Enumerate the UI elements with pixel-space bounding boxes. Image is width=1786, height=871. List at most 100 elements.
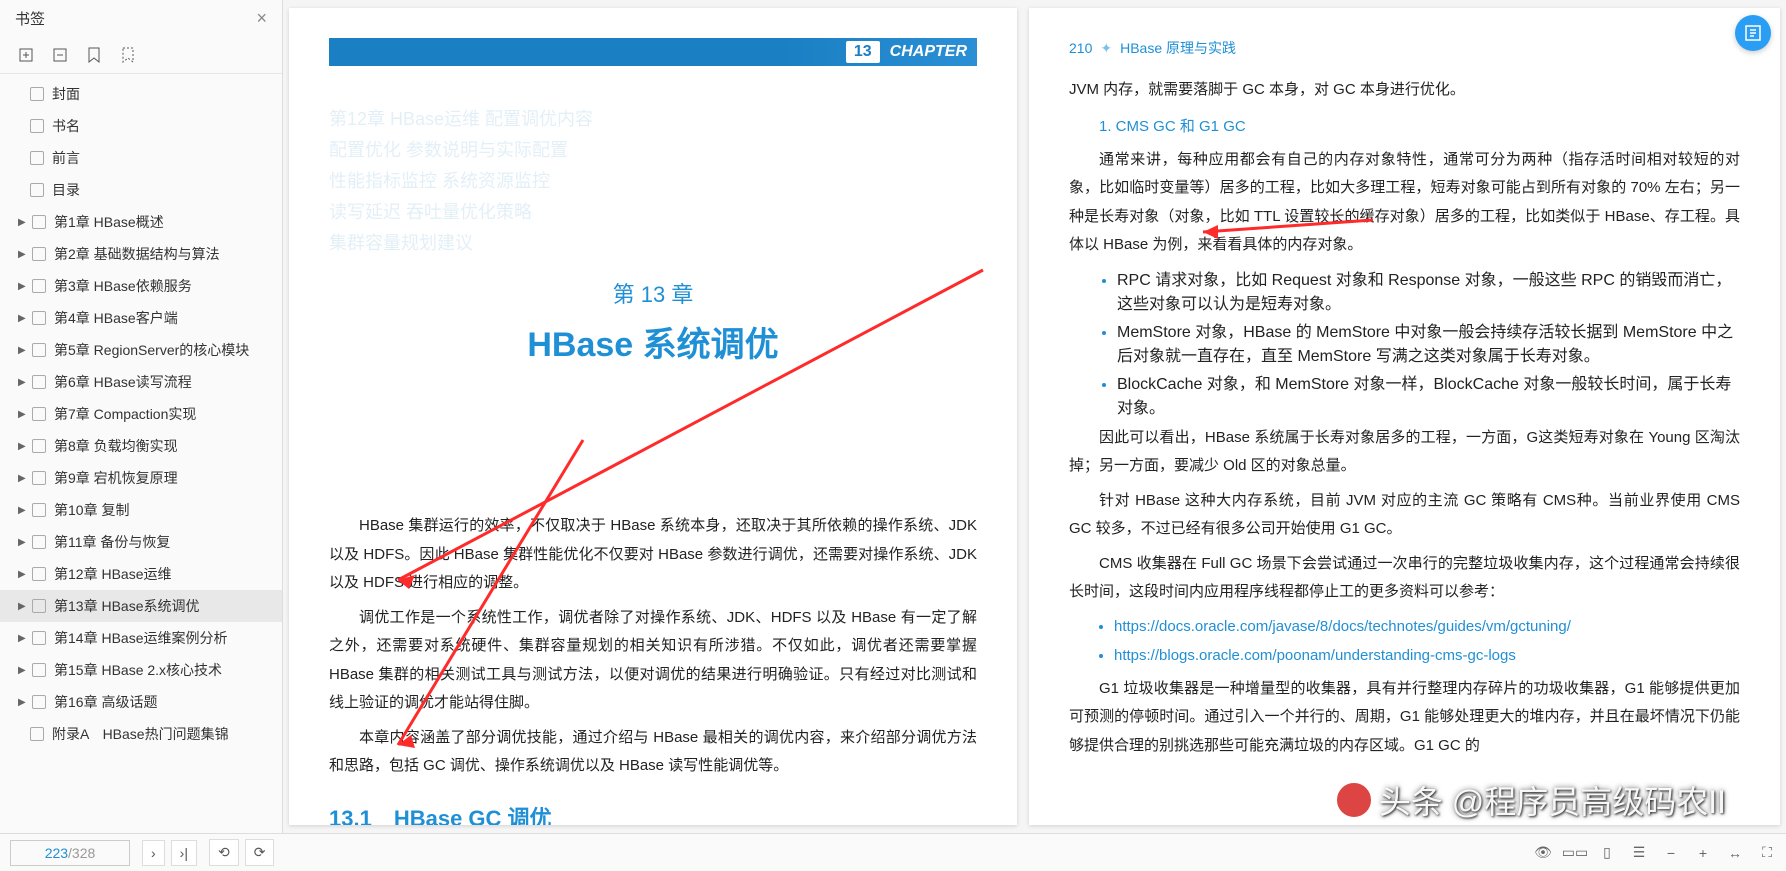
sidebar-item-label: 第1章 HBase概述 [54, 212, 164, 232]
bookmark-page-icon [32, 471, 46, 485]
bookmark-page-icon [32, 215, 46, 229]
bookmark-page-icon [32, 567, 46, 581]
document-viewport: 13 CHAPTER 第12章 HBase运维 配置调优内容配置优化 参数说明与… [283, 0, 1786, 833]
sidebar-item-label: 第13章 HBase系统调优 [54, 596, 199, 616]
subsection-heading: 1. CMS GC 和 G1 GC [1069, 115, 1740, 136]
diamond-icon: ✦ [1100, 40, 1112, 57]
body-para: 本章内容涵盖了部分调优技能，通过介绍与 HBase 最相关的调优内容，来介绍部分… [329, 724, 977, 781]
sidebar-item-label: 第16章 高级话题 [54, 692, 157, 712]
sidebar-item[interactable]: ▶第8章 负载均衡实现 [0, 430, 282, 462]
bookmark-icon[interactable] [86, 47, 102, 63]
float-action-button[interactable] [1735, 15, 1771, 51]
body-para: G1 垃圾收集器是一种增量型的收集器，具有并行整理内存碎片的功圾收集器，G1 能… [1069, 675, 1740, 761]
body-para: HBase 集群运行的效率，不仅取决于 HBase 系统本身，还取决于其所依赖的… [329, 512, 977, 598]
bookmark-page-icon [30, 87, 44, 101]
sidebar-item-label: 前言 [52, 148, 80, 168]
single-page-icon[interactable]: ▯ [1598, 844, 1616, 862]
list-item: MemStore 对象，HBase 的 MemStore 中对象一般会持续存活较… [1117, 318, 1740, 366]
sidebar-item[interactable]: ▶第6章 HBase读写流程 [0, 366, 282, 398]
bookmark-page-icon [32, 407, 46, 421]
sidebar-item[interactable]: 书名 [0, 110, 282, 142]
sidebar-item[interactable]: ▶第15章 HBase 2.x核心技术 [0, 654, 282, 686]
link-item[interactable]: https://docs.oracle.com/javase/8/docs/te… [1114, 613, 1740, 640]
page-right: 210 ✦ HBase 原理与实践 JVM 内存，就需要落脚于 GC 本身，对 … [1029, 8, 1780, 825]
chevron-right-icon: ▶ [18, 505, 28, 516]
sidebar-item[interactable]: ▶ 第12章 HBase运维 [0, 558, 282, 590]
sidebar-item-label: 第2章 基础数据结构与算法 [54, 244, 220, 264]
sidebar-item[interactable]: ▶ 第10章 复制 [0, 494, 282, 526]
sidebar-item-label: 第10章 复制 [54, 500, 129, 520]
sidebar-item[interactable]: ▶第1章 HBase概述 [0, 206, 282, 238]
page-number-input[interactable]: 223/328 [10, 840, 130, 866]
list-item: RPC 请求对象，比如 Request 对象和 Response 对象，一般这些… [1117, 266, 1740, 314]
list-item: BlockCache 对象，和 MemStore 对象一样，BlockCache… [1117, 370, 1740, 418]
chapter-number: 第 13 章 [329, 277, 977, 309]
sidebar-item-label: 书名 [52, 116, 80, 136]
bookmark-page-icon [30, 151, 44, 165]
two-page-icon[interactable]: ▭▭ [1566, 844, 1584, 862]
chevron-right-icon: ▶ [18, 441, 28, 452]
body-para: 针对 HBase 这种大内存系统，目前 JVM 对应的主流 GC 策略有 CMS… [1069, 487, 1740, 544]
sidebar-item[interactable]: ▶ 第5章 RegionServer的核心模块 [0, 334, 282, 366]
sidebar-item-label: 第4章 HBase客户端 [54, 308, 178, 328]
chevron-right-icon: ▶ [18, 473, 28, 484]
chevron-right-icon: ▶ [18, 569, 28, 580]
history-fwd-button[interactable]: ⟳ [245, 839, 275, 866]
remove-bookmark-icon[interactable] [52, 47, 68, 63]
sidebar-item-label: 第14章 HBase运维案例分析 [54, 628, 227, 648]
sidebar-item-label: 第12章 HBase运维 [54, 564, 171, 584]
sidebar-item-label: 第6章 HBase读写流程 [54, 372, 192, 392]
sidebar-item[interactable]: ▶第7章 Compaction实现 [0, 398, 282, 430]
chevron-right-icon: ▶ [18, 249, 28, 260]
fit-width-icon[interactable]: ↔ [1726, 844, 1744, 862]
sidebar-item-label: 第3章 HBase依赖服务 [54, 276, 192, 296]
sidebar-item[interactable]: 封面 [0, 78, 282, 110]
sidebar-item[interactable]: ▶第3章 HBase依赖服务 [0, 270, 282, 302]
chevron-right-icon: ▶ [18, 345, 28, 356]
zoom-in-icon[interactable]: + [1694, 844, 1712, 862]
bookmark-page-icon [32, 279, 46, 293]
sidebar-item[interactable]: ▶ 第2章 基础数据结构与算法 [0, 238, 282, 270]
last-page-button[interactable]: ›| [171, 840, 197, 866]
close-icon[interactable]: × [256, 8, 267, 29]
bookmark-page-icon [30, 183, 44, 197]
page-header: 210 ✦ HBase 原理与实践 [1069, 38, 1740, 58]
sidebar-item[interactable]: ▶ 第14章 HBase运维案例分析 [0, 622, 282, 654]
bookmark-page-icon [32, 503, 46, 517]
chevron-right-icon: ▶ [18, 633, 28, 644]
sidebar-item[interactable]: 目录 [0, 174, 282, 206]
sidebar-item[interactable]: 附录A HBase热门问题集锦 [0, 718, 282, 750]
link-item[interactable]: https://blogs.oracle.com/poonam/understa… [1114, 642, 1740, 669]
add-bookmark-icon[interactable] [18, 47, 34, 63]
sidebar-item[interactable]: ▶第11章 备份与恢复 [0, 526, 282, 558]
body-para: 因此可以看出，HBase 系统属于长寿对象居多的工程，一方面，G这类短寿对象在 … [1069, 424, 1740, 481]
sidebar-item[interactable]: ▶ 第9章 宕机恢复原理 [0, 462, 282, 494]
chevron-right-icon: ▶ [18, 665, 28, 676]
body-para: 调优工作是一个系统性工作，调优者除了对操作系统、JDK、HDFS 以及 HBas… [329, 604, 977, 718]
next-page-button[interactable]: › [142, 840, 165, 866]
sidebar-item-label: 第9章 宕机恢复原理 [54, 468, 178, 488]
sidebar-item[interactable]: ▶ 第16章 高级话题 [0, 686, 282, 718]
body-para: JVM 内存，就需要落脚于 GC 本身，对 GC 本身进行优化。 [1069, 76, 1740, 105]
zoom-out-icon[interactable]: − [1662, 844, 1680, 862]
bookmarks-sidebar: 书签 × 封面书名前言目录▶第1章 HBase概述▶第2章 基础数据结构与算法▶… [0, 0, 283, 833]
history-back-button[interactable]: ⟲ [209, 839, 239, 866]
bookmark-page-icon [32, 535, 46, 549]
sidebar-title: 书签 [15, 8, 45, 29]
sidebar-item[interactable]: ▶第4章 HBase客户端 [0, 302, 282, 334]
sidebar-item-label: 附录A HBase热门问题集锦 [52, 724, 229, 744]
sidebar-item[interactable]: ▶第13章 HBase系统调优 [0, 590, 282, 622]
bookmark-page-icon [32, 439, 46, 453]
bookmark-page-icon [32, 311, 46, 325]
chevron-right-icon: ▶ [18, 697, 28, 708]
body-para: 通常来讲，每种应用都会有自己的内存对象特性，通常可分为两种（指存活时间相对较短的… [1069, 146, 1740, 260]
view-mode-icon[interactable]: 👁 [1534, 844, 1552, 862]
sidebar-item-label: 目录 [52, 180, 80, 200]
sidebar-item[interactable]: 前言 [0, 142, 282, 174]
bookmark-page-icon [32, 247, 46, 261]
bookmark-outline-icon[interactable] [120, 47, 136, 63]
fullscreen-icon[interactable]: ⛶ [1758, 844, 1776, 862]
sidebar-item-label: 第5章 RegionServer的核心模块 [54, 340, 249, 360]
body-para: CMS 收集器在 Full GC 场景下会尝试通过一次串行的完整垃圾收集内存，这… [1069, 550, 1740, 607]
continuous-icon[interactable]: ☰ [1630, 844, 1648, 862]
